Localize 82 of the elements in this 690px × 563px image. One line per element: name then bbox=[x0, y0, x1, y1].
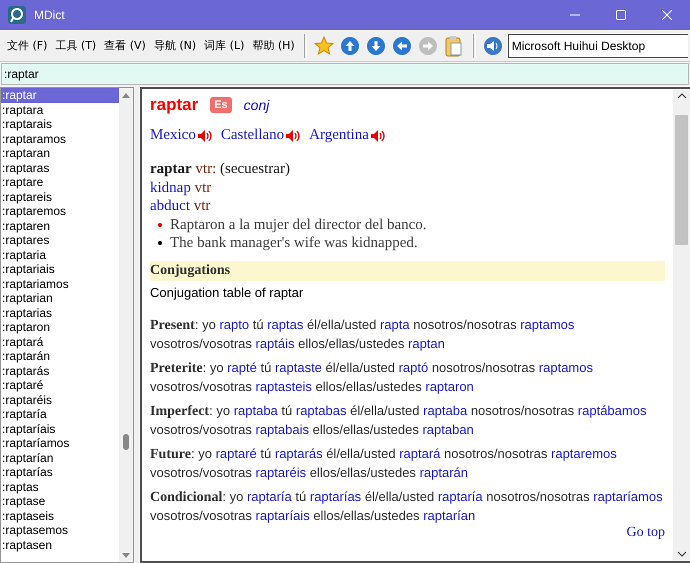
bullet-icon bbox=[158, 241, 162, 246]
word-list-item[interactable]: :raptarian bbox=[1, 291, 119, 306]
word-list-item[interactable]: :raptasemos bbox=[1, 523, 119, 538]
speaker-icon bbox=[482, 36, 503, 56]
speaker-button[interactable] bbox=[482, 34, 504, 56]
conjugation-line: Future: yo raptaré tú raptarás él/ella/usted raptará nosotros/nosotras raptaremos vosotros/vosotras raptaréis ellos/ellas/ustedes raptarán bbox=[150, 444, 618, 482]
headword: raptar bbox=[150, 95, 198, 115]
pronunciation-link[interactable]: Mexico bbox=[150, 127, 213, 144]
conjugation-line: Condicional: yo raptaría tú raptarías él/ella/usted raptaría nosotros/nosotras raptaríamos vosotros/vosotras raptaríais ellos/ellas/ustedes raptarían bbox=[150, 488, 664, 524]
speaker-icon[interactable] bbox=[196, 128, 213, 142]
menu-item[interactable]: 工具 (T) bbox=[52, 35, 100, 56]
translation: kidnap vtr bbox=[150, 178, 212, 197]
close-icon bbox=[662, 10, 672, 20]
word-list-item[interactable]: :raptarías bbox=[1, 465, 119, 480]
word-list-item[interactable]: :raptareis bbox=[1, 190, 119, 204]
word-list-item[interactable]: :raptaron bbox=[1, 320, 119, 334]
conjugation-line: Imperfect: yo raptaba tú raptabas él/ella/usted raptaba nosotros/nosotras raptábamos vosotros/vosotras raptabais ellos/ellas/ustedes raptaban bbox=[150, 402, 648, 438]
section-intro: Conjugation table of raptar bbox=[150, 284, 304, 300]
window-title: MDict bbox=[34, 8, 66, 22]
word-list-item[interactable]: :raptariamos bbox=[1, 276, 119, 291]
menu-item[interactable]: 帮助 (H) bbox=[249, 35, 298, 56]
scrollbar-thumb[interactable] bbox=[123, 434, 129, 450]
word-list-item[interactable]: :raptaréis bbox=[1, 392, 119, 407]
word-list-item[interactable]: :raptaseis bbox=[1, 508, 119, 523]
word-list-item[interactable]: :raptariais bbox=[1, 262, 119, 276]
word-list-item[interactable]: :raptarias bbox=[1, 306, 119, 320]
star-icon bbox=[314, 36, 334, 56]
clipboard-icon bbox=[444, 34, 463, 56]
up-arrow-button[interactable] bbox=[338, 34, 361, 56]
scroll-down-icon[interactable] bbox=[676, 551, 686, 557]
menu-item[interactable]: 查看 (V) bbox=[101, 35, 149, 56]
search-field[interactable]: :raptar bbox=[1, 63, 689, 85]
word-list-item[interactable]: :raptaramos bbox=[1, 132, 119, 146]
pronunciation-link[interactable]: Argentina bbox=[309, 127, 386, 144]
word-list-item[interactable]: :raptasen bbox=[1, 538, 119, 552]
menu-item[interactable]: 词库 (L) bbox=[201, 35, 248, 56]
left-arrow-button[interactable] bbox=[390, 34, 413, 56]
word-list-item[interactable]: :raptarán bbox=[1, 349, 119, 364]
speaker-icon[interactable] bbox=[285, 128, 302, 142]
translation: abduct vtr bbox=[150, 197, 212, 216]
menu-item[interactable]: 导航 (N) bbox=[150, 35, 200, 56]
word-list-item[interactable]: :raptará bbox=[1, 334, 119, 349]
word-list-item[interactable]: :raptara bbox=[1, 102, 119, 117]
word-list-item[interactable]: :raptase bbox=[1, 494, 119, 508]
example-sentence: The bank manager's wife was kidnapped. bbox=[170, 234, 418, 252]
word-list-item[interactable]: :raptare bbox=[1, 175, 119, 190]
word-list-item[interactable]: :raptarais bbox=[1, 117, 119, 132]
conjugation-line: Preterite: yo rapté tú raptaste él/ella/usted raptó nosotros/nosotras raptamos vosotros/vosotras raptasteis ellos/ellas/ustedes raptaron bbox=[150, 358, 594, 396]
scroll-up-icon[interactable] bbox=[676, 93, 686, 99]
word-list-item[interactable]: :raptaríais bbox=[1, 422, 119, 436]
language-badge: Es bbox=[210, 97, 232, 113]
scrollbar[interactable] bbox=[673, 89, 690, 561]
word-list-item[interactable]: :raptaré bbox=[1, 378, 119, 392]
go-top-link[interactable]: Go top bbox=[626, 524, 665, 540]
example-sentence: Raptaron a la mujer del director del banco. bbox=[170, 216, 427, 234]
conjugation-link[interactable]: conj bbox=[244, 97, 270, 113]
word-list-item[interactable]: :raptaremos bbox=[1, 204, 119, 218]
scrollbar-thumb[interactable] bbox=[675, 115, 688, 245]
sense-line: raptar vtr: (secuestrar) bbox=[150, 160, 291, 178]
word-list-item[interactable]: :raptar bbox=[1, 88, 119, 102]
word-list-item[interactable]: :raptarás bbox=[1, 364, 119, 378]
word-list-item[interactable]: :raptares bbox=[1, 233, 119, 248]
app-icon bbox=[8, 6, 26, 24]
pronunciation-link[interactable]: Castellano bbox=[220, 127, 302, 144]
bullet-icon bbox=[158, 222, 162, 227]
star-button[interactable] bbox=[312, 34, 335, 56]
word-list-item[interactable]: :raptaria bbox=[1, 248, 119, 262]
word-list-item[interactable]: :raptaríamos bbox=[1, 436, 119, 450]
maximize-icon bbox=[616, 10, 626, 20]
voice-field[interactable]: Microsoft Huihui Desktop bbox=[508, 34, 688, 58]
word-list-item[interactable]: :raptaría bbox=[1, 407, 119, 422]
word-list-item[interactable]: :raptaran bbox=[1, 146, 119, 160]
section-heading: Conjugations bbox=[150, 260, 665, 280]
word-list-item[interactable]: :raptaras bbox=[1, 160, 119, 175]
word-list-item[interactable]: :raptarían bbox=[1, 450, 119, 465]
menu-item[interactable]: 文件 (F) bbox=[4, 35, 50, 56]
conjugation-line: Present: yo rapto tú raptas él/ella/usted rapta nosotros/nosotras raptamos vosotros/vosotras raptáis ellos/ellas/ustedes raptan bbox=[150, 316, 576, 352]
word-list-item[interactable]: :raptaren bbox=[1, 218, 119, 233]
word-list-item[interactable]: :raptas bbox=[1, 480, 119, 494]
scrollbar[interactable] bbox=[119, 88, 133, 562]
speaker-icon[interactable] bbox=[370, 128, 386, 142]
down-arrow-button[interactable] bbox=[364, 34, 387, 56]
